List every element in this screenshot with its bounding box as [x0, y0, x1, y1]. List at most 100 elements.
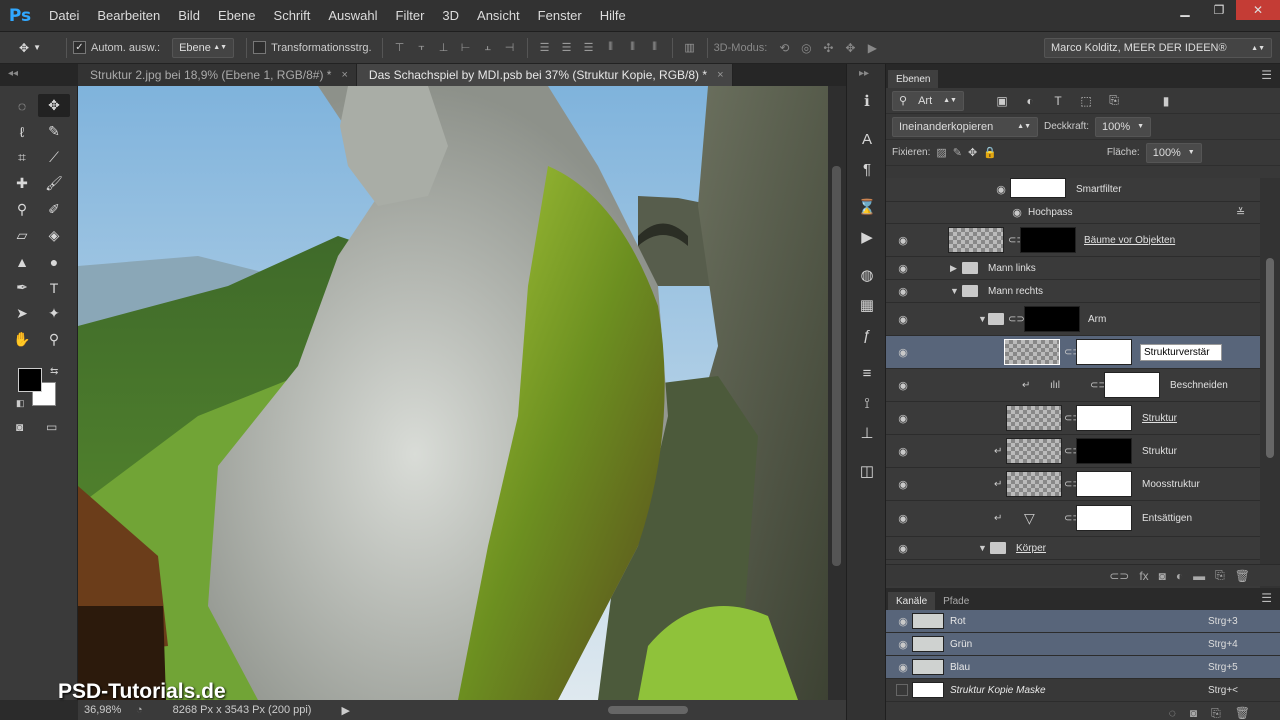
- eye-icon[interactable]: ◉: [896, 412, 910, 425]
- move-tool-icon[interactable]: ✥: [38, 94, 70, 117]
- transform-controls-checkbox[interactable]: [253, 41, 267, 54]
- save-selection-icon[interactable]: ◙: [1190, 706, 1197, 720]
- align-top-icon[interactable]: ⊤: [392, 41, 408, 55]
- menu-filter[interactable]: Filter: [387, 0, 434, 32]
- auto-align-icon[interactable]: ▥: [682, 41, 698, 55]
- scroll-thumb[interactable]: [1266, 258, 1274, 458]
- distribute-right-icon[interactable]: ⦀: [647, 41, 663, 55]
- default-colors-icon[interactable]: ◧: [16, 398, 25, 409]
- eyedropper-tool-icon[interactable]: ⟋: [38, 146, 70, 169]
- tab-schachspiel[interactable]: Das Schachspiel by MDI.psb bei 37% (Stru…: [356, 64, 733, 86]
- distribute-bottom-icon[interactable]: ☰: [581, 41, 597, 55]
- type-tool-icon[interactable]: T: [38, 276, 70, 299]
- visibility-checkbox[interactable]: [896, 684, 908, 696]
- canvas-horizontal-scrollbar[interactable]: [428, 706, 798, 714]
- opacity-field[interactable]: 100% ▼: [1095, 116, 1152, 137]
- blend-mode-dropdown[interactable]: Ineinanderkopieren ▲▼: [892, 116, 1038, 137]
- collapse-triangle-icon[interactable]: ▼: [978, 314, 987, 324]
- align-left-icon[interactable]: ⊢: [458, 41, 474, 55]
- filter-smartobject-icon[interactable]: ⎘: [1106, 93, 1122, 108]
- document-canvas[interactable]: [78, 86, 828, 700]
- fill-field[interactable]: 100% ▼: [1145, 142, 1202, 163]
- layer-row[interactable]: ◉ ▼ Körper: [886, 537, 1260, 560]
- eye-icon[interactable]: ◉: [896, 615, 910, 628]
- eye-icon[interactable]: ◉: [896, 478, 910, 491]
- collapse-triangle-icon[interactable]: ▼: [950, 286, 959, 296]
- eye-icon[interactable]: ◉: [896, 379, 910, 392]
- eye-icon[interactable]: ◉: [896, 445, 910, 458]
- eye-icon[interactable]: ◉: [896, 285, 910, 298]
- distribute-hcenter-icon[interactable]: ⦀: [625, 41, 641, 55]
- history-icon[interactable]: ⌛: [847, 192, 887, 222]
- clone-source-icon[interactable]: ⊥: [847, 418, 887, 448]
- menu-auswahl[interactable]: Auswahl: [319, 0, 386, 32]
- layer-row[interactable]: ◉ ▼ Mann rechts: [886, 280, 1260, 303]
- new-group-icon[interactable]: ▬: [1193, 569, 1205, 583]
- menu-schrift[interactable]: Schrift: [265, 0, 320, 32]
- filter-adjustment-icon[interactable]: ◐: [1022, 94, 1038, 108]
- collapse-triangle-icon[interactable]: ▼: [978, 543, 987, 553]
- paint-bucket-tool-icon[interactable]: ◈: [38, 224, 70, 247]
- layer-name-input[interactable]: Strukturverstär: [1140, 344, 1222, 361]
- minimize-button[interactable]: ▁: [1168, 0, 1202, 20]
- link-icon[interactable]: ⊂⊃: [1008, 314, 1025, 325]
- adjustments-icon[interactable]: ≡: [847, 358, 887, 388]
- menu-datei[interactable]: Datei: [40, 0, 88, 32]
- collapse-icon[interactable]: ◂◂: [0, 64, 78, 86]
- layer-row[interactable]: ◉ ▼ ⊂⊃ Arm: [886, 303, 1260, 336]
- path-select-tool-icon[interactable]: ➤: [6, 302, 38, 325]
- status-menu-icon[interactable]: ▶: [341, 704, 349, 717]
- status-info-icon[interactable]: ◔: [136, 704, 143, 716]
- zoom-level[interactable]: 36,98%: [78, 704, 136, 716]
- layer-row[interactable]: ◉ ↵ ▽ ⊂⊃ Entsättigen: [886, 501, 1260, 537]
- distribute-top-icon[interactable]: ☰: [537, 41, 553, 55]
- link-layers-icon[interactable]: ⊂⊃: [1109, 569, 1129, 583]
- filter-type-icon[interactable]: T: [1050, 94, 1066, 108]
- eye-icon[interactable]: ◉: [896, 542, 910, 555]
- filter-options-icon[interactable]: ≚: [1236, 206, 1245, 219]
- hand-tool-icon[interactable]: ✋: [6, 328, 38, 351]
- tab-ebenen[interactable]: Ebenen: [888, 70, 939, 88]
- brush-tool-icon[interactable]: 🖌: [38, 172, 70, 195]
- trash-icon[interactable]: 🗑: [1235, 569, 1250, 583]
- layer-row[interactable]: ◉ ⊂⊃ Struktur: [886, 402, 1260, 435]
- expand-triangle-icon[interactable]: ▶: [950, 263, 957, 274]
- filter-toggle-icon[interactable]: ▮: [1158, 94, 1174, 108]
- close-tab-icon[interactable]: ×: [341, 69, 347, 81]
- 3d-slide-icon[interactable]: ✥: [841, 41, 859, 55]
- eye-icon[interactable]: ◉: [1010, 206, 1024, 219]
- lock-pixels-icon[interactable]: ✎: [953, 146, 962, 159]
- fx-icon[interactable]: fx: [1139, 569, 1148, 583]
- 3d-drag-icon[interactable]: ✣: [819, 41, 837, 55]
- add-mask-icon[interactable]: ◙: [1159, 569, 1166, 583]
- eye-icon[interactable]: ◉: [896, 661, 910, 674]
- eye-icon[interactable]: ◉: [994, 183, 1008, 196]
- shape-tool-icon[interactable]: ✦: [38, 302, 70, 325]
- quick-select-tool-icon[interactable]: ✎: [38, 120, 70, 143]
- channel-row[interactable]: ◉ Blau Strg+5: [886, 656, 1280, 679]
- 3d-rotate-icon[interactable]: ⟲: [775, 41, 793, 55]
- dodge-tool-icon[interactable]: ●: [38, 250, 70, 273]
- menu-bearbeiten[interactable]: Bearbeiten: [88, 0, 169, 32]
- layer-row[interactable]: ◉ ⊂⊃ Bäume vor Objekten: [886, 224, 1260, 257]
- channel-row[interactable]: ◉ Grün Strg+4: [886, 633, 1280, 656]
- menu-3d[interactable]: 3D: [433, 0, 468, 32]
- history-brush-tool-icon[interactable]: ✐: [38, 198, 70, 221]
- filter-pixel-icon[interactable]: ▣: [994, 94, 1010, 108]
- align-bottom-icon[interactable]: ⊥: [436, 41, 452, 55]
- 3d-scale-icon[interactable]: ▶: [863, 41, 881, 55]
- autoselect-dropdown[interactable]: Ebene ▲▼: [172, 37, 235, 58]
- eye-icon[interactable]: ◉: [896, 638, 910, 651]
- lock-all-icon[interactable]: 🔒: [983, 146, 997, 159]
- expand-panels-icon[interactable]: ▸▸: [847, 64, 885, 86]
- pen-tool-icon[interactable]: ✒: [6, 276, 38, 299]
- close-tab-icon[interactable]: ×: [717, 69, 723, 81]
- color-icon[interactable]: ◍: [847, 260, 887, 290]
- lock-position-icon[interactable]: ✥: [968, 146, 977, 159]
- 3d-roll-icon[interactable]: ◎: [797, 41, 815, 55]
- healing-brush-tool-icon[interactable]: ✚: [6, 172, 38, 195]
- layer-row[interactable]: ◉ ↵ ⊂⊃ Moosstruktur: [886, 468, 1260, 501]
- layer-row-selected[interactable]: ◉ ⊂⊃ Strukturverstär: [886, 336, 1260, 369]
- panel-menu-icon[interactable]: ☰: [1261, 68, 1272, 82]
- new-channel-icon[interactable]: ⎘: [1211, 706, 1221, 720]
